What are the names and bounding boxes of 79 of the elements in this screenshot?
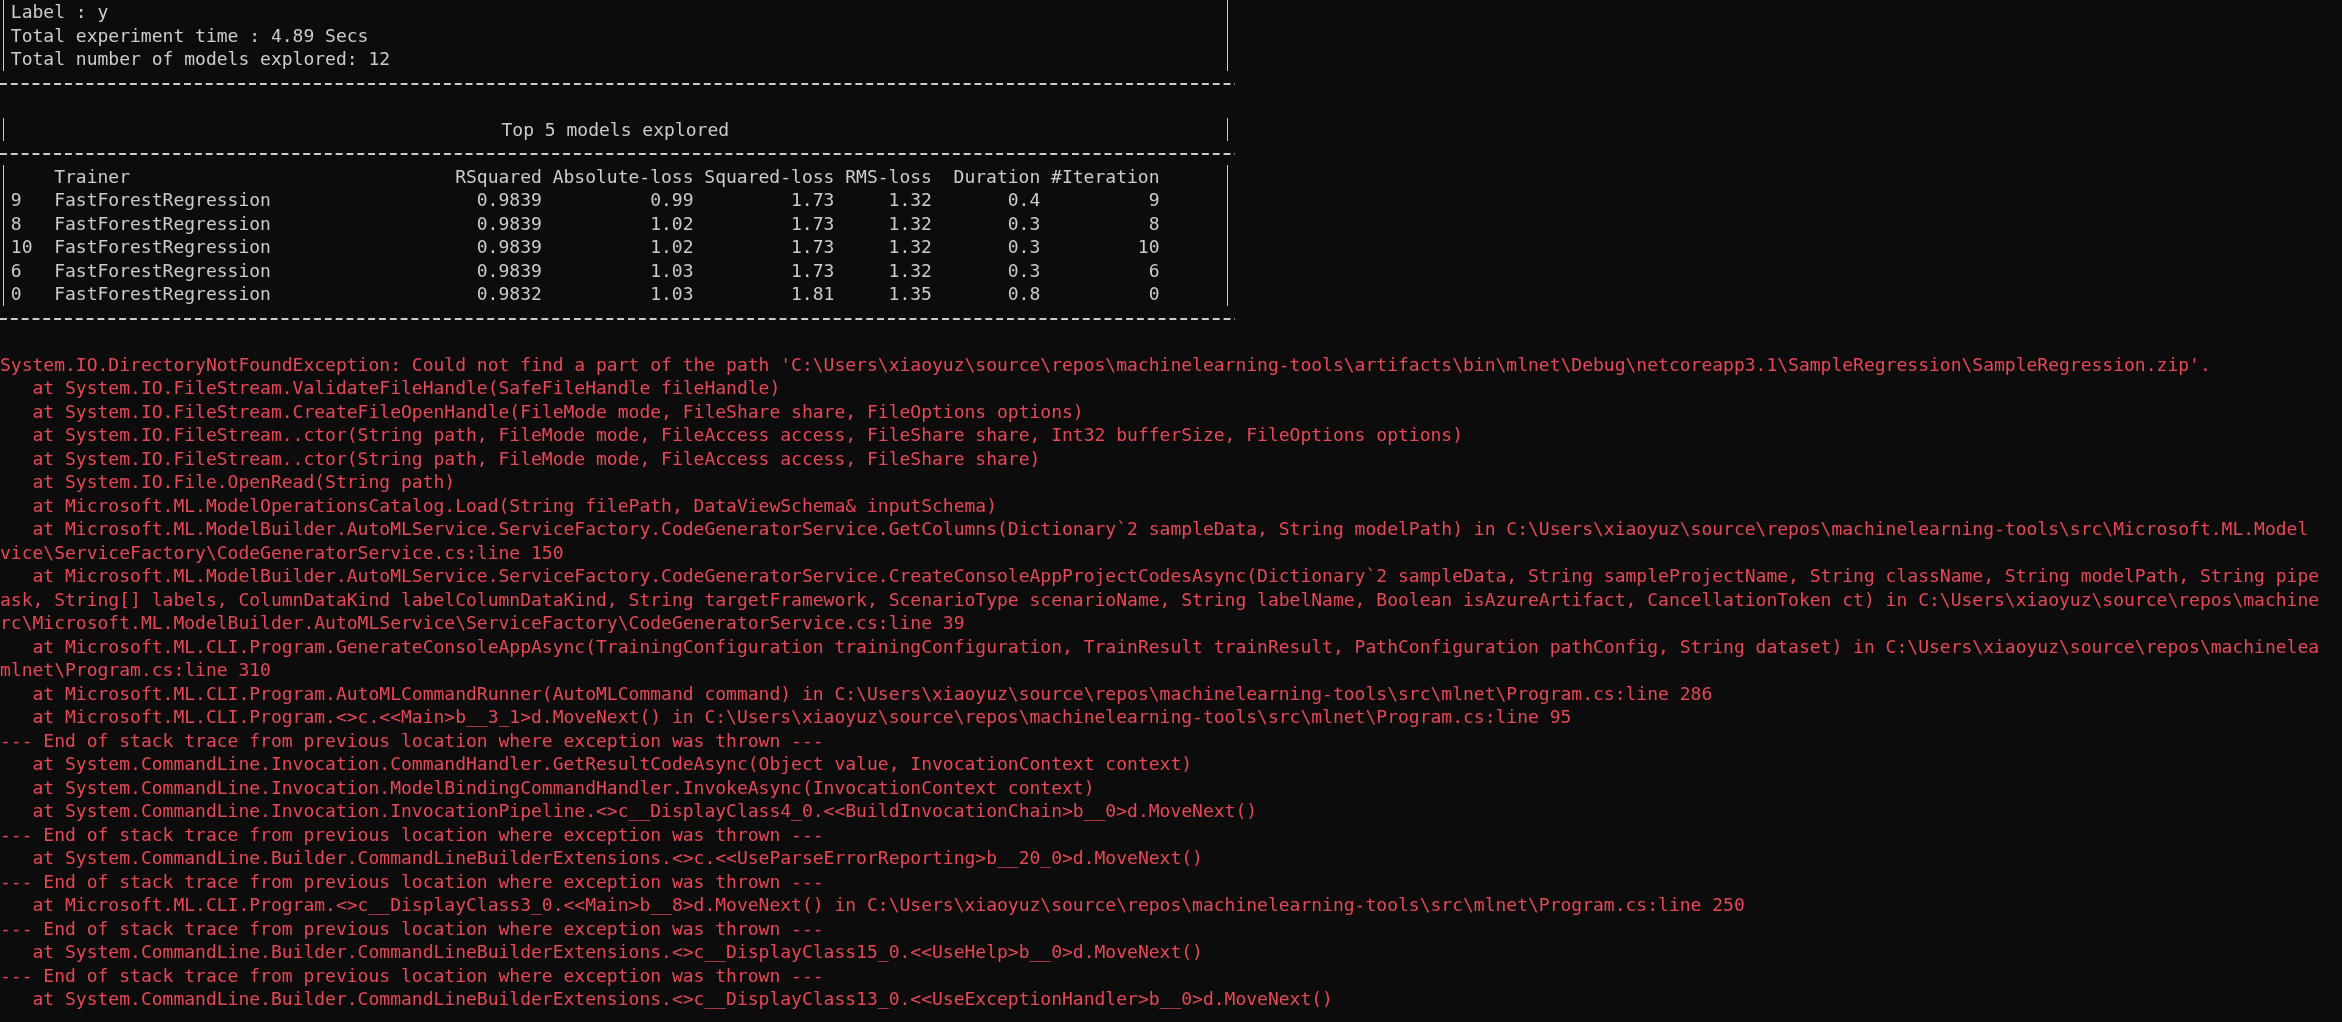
error-text-line: vice\ServiceFactory\CodeGeneratorService.cs:line 150 bbox=[0, 540, 565, 564]
column-header: RMS-loss bbox=[844, 164, 932, 188]
table-cell-text: 0.3 bbox=[1006, 211, 1041, 235]
table-cell-text: 1.73 bbox=[790, 258, 835, 282]
table-cell-text: 0.8 bbox=[1006, 282, 1041, 306]
error-text-line: at System.CommandLine.Invocation.CommandHandler.GetResultCodeAsync(Object value, InvocationContext context) bbox=[31, 752, 1194, 776]
table-cell-text: FastForestRegression bbox=[54, 188, 272, 212]
error-text-line: at Microsoft.ML.ModelBuilder.AutoMLService.ServiceFactory.CodeGeneratorService.CreateConsoleAppProjectCodesAsync(Dictionary`2 sampleData, String sampleProjectName, String className, String modelPath, String pipe bbox=[31, 564, 2321, 588]
table-cell-text: 9 bbox=[1147, 188, 1160, 212]
row-index: 0 bbox=[10, 282, 23, 306]
error-text-line: --- End of stack trace from previous location where exception was thrown --- bbox=[0, 869, 825, 893]
column-header: RSquared bbox=[455, 164, 542, 188]
table-cell-text: 0.3 bbox=[1006, 258, 1041, 282]
error-text-line: at System.CommandLine.Builder.CommandLineBuilderExtensions.<>c.<<UseParseErrorReporting>b__20_0>d.MoveNext() bbox=[31, 846, 1204, 870]
table-cell-text: 1.73 bbox=[790, 211, 835, 235]
error-text-line: at System.CommandLine.Invocation.InvocationPipeline.<>c__DisplayClass4_0.<<BuildInvocationChain>b__0>d.MoveNext() bbox=[31, 799, 1259, 823]
column-header: Duration bbox=[952, 164, 1041, 188]
table-cell-text: 1.03 bbox=[649, 258, 694, 282]
error-text-line: System.IO.DirectoryNotFoundException: Could not find a part of the path 'C:\Users\xiaoyuz\source\repos\machinelearning-tools\artifacts\bin\mlnet\Debug\netcoreapp3.1\SampleRegression\SampleRegression.zip'. bbox=[0, 352, 2212, 376]
table-cell-text: 1.02 bbox=[649, 211, 694, 235]
table-cell-text: 1.03 bbox=[649, 282, 694, 306]
error-text-line: at Microsoft.ML.CLI.Program.GenerateConsoleAppAsync(TrainingConfiguration trainingConfiguration, TrainResult trainResult, PathConfiguration pathConfig, String dataset) in C:\Users\xiaoyuz\source\repos\machinelea bbox=[31, 634, 2321, 658]
table-cell-text: 1.02 bbox=[649, 235, 694, 259]
error-text-line: at System.IO.File.OpenRead(String path) bbox=[31, 470, 457, 494]
error-text-line: at System.IO.FileStream.CreateFileOpenHandle(FileMode mode, FileShare share, FileOptions options) bbox=[31, 399, 1085, 423]
summary-line: Total number of models explored: 12 bbox=[10, 47, 391, 71]
column-header: Trainer bbox=[54, 164, 132, 188]
error-text-line: ask, String[] labels, ColumnDataKind labelColumnDataKind, String targetFramework, ScenarioType scenarioName, String labelName, Boolean isAzureArtifact, CancellationToken ct) in C:\Users\xiaoyuz\source\repos\machine bbox=[0, 587, 2321, 611]
error-text-line: at Microsoft.ML.CLI.Program.AutoMLCommandRunner(AutoMLCommand command) in C:\Users\xiaoyuz\source\repos\machinelearning-tools\src\mlnet\Program.cs:line 286 bbox=[31, 681, 1714, 705]
table-cell-text: FastForestRegression bbox=[54, 282, 272, 306]
table-cell-text: 1.32 bbox=[887, 258, 932, 282]
table-cell-text: 6 bbox=[1147, 258, 1160, 282]
error-text-line: at Microsoft.ML.ModelBuilder.AutoMLService.ServiceFactory.CodeGeneratorService.GetColumns(Dictionary`2 sampleData, String modelPath) in C:\Users\xiaoyuz\source\repos\machinelearning-tools\src\Microsoft.ML.Model bbox=[31, 517, 2310, 541]
table-cell-text: 0.99 bbox=[649, 188, 694, 212]
table-cell-text: 0 bbox=[1147, 282, 1160, 306]
table-cell-text: 0.9839 bbox=[475, 235, 542, 259]
row-index: 6 bbox=[10, 258, 23, 282]
error-text-line: at System.IO.FileStream..ctor(String path, FileMode mode, FileAccess access, FileShare share, Int32 bufferSize, FileOptions options) bbox=[31, 423, 1464, 447]
table-cell-text: 8 bbox=[1147, 211, 1160, 235]
table-cell-text: 1.35 bbox=[887, 282, 932, 306]
error-text-line: rc\Microsoft.ML.ModelBuilder.AutoMLService\ServiceFactory\CodeGeneratorService.cs:line 39 bbox=[0, 611, 966, 635]
table-title: Top 5 models explored bbox=[501, 117, 730, 141]
summary-line: Total experiment time : 4.89 Secs bbox=[10, 23, 369, 47]
error-text-line: at System.IO.FileStream.ValidateFileHandle(SafeFileHandle fileHandle) bbox=[31, 376, 782, 400]
table-cell-text: 1.73 bbox=[790, 235, 835, 259]
table-cell-text: 0.9832 bbox=[475, 282, 542, 306]
table-cell-text: 0.3 bbox=[1006, 235, 1041, 259]
table-cell-text: 1.32 bbox=[887, 188, 932, 212]
error-text-line: --- End of stack trace from previous location where exception was thrown --- bbox=[0, 916, 825, 940]
summary-line: Label : y bbox=[10, 0, 109, 24]
error-text-line: at Microsoft.ML.CLI.Program.<>c.<<Main>b__3_1>d.MoveNext() in C:\Users\xiaoyuz\source\repos\machinelearning-tools\src\mlnet\Program.cs:line 95 bbox=[31, 705, 1573, 729]
row-index: 10 bbox=[10, 235, 34, 259]
error-text-line: at System.CommandLine.Builder.CommandLineBuilderExtensions.<>c__DisplayClass15_0.<<UseHelp>b__0>d.MoveNext() bbox=[31, 940, 1204, 964]
table-cell-text: 10 bbox=[1136, 235, 1160, 259]
table-cell-text: FastForestRegression bbox=[54, 211, 272, 235]
table-cell-text: 0.9839 bbox=[475, 188, 542, 212]
error-text-line: at System.CommandLine.Invocation.ModelBindingCommandHandler.InvokeAsync(InvocationContext context) bbox=[31, 775, 1096, 799]
table-cell-text: 0.9839 bbox=[475, 211, 542, 235]
column-header: Absolute-loss bbox=[551, 164, 694, 188]
error-text-line: --- End of stack trace from previous location where exception was thrown --- bbox=[0, 728, 825, 752]
error-text-line: --- End of stack trace from previous location where exception was thrown --- bbox=[0, 822, 825, 846]
column-header: #Iteration bbox=[1050, 164, 1160, 188]
error-text-line: at Microsoft.ML.CLI.Program.<>c__DisplayClass3_0.<<Main>b__8>d.MoveNext() in C:\Users\xiaoyuz\source\repos\machinelearning-tools\src\mlnet\Program.cs:line 250 bbox=[31, 893, 1746, 917]
row-index: 8 bbox=[10, 211, 23, 235]
table-cell-text: FastForestRegression bbox=[54, 235, 272, 259]
table-cell-text: 1.32 bbox=[887, 235, 932, 259]
row-index: 9 bbox=[10, 188, 23, 212]
error-text-line: mlnet\Program.cs:line 310 bbox=[0, 658, 272, 682]
table-cell-text: 1.32 bbox=[887, 211, 932, 235]
error-text-line: at System.IO.FileStream..ctor(String path, FileMode mode, FileAccess access, FileShare share) bbox=[31, 446, 1042, 470]
table-cell-text: 0.4 bbox=[1006, 188, 1041, 212]
table-cell-text: 0.9839 bbox=[475, 258, 542, 282]
table-cell-text: 1.81 bbox=[790, 282, 835, 306]
column-header: Squared-loss bbox=[703, 164, 835, 188]
error-text-line: at System.CommandLine.Builder.CommandLineBuilderExtensions.<>c__DisplayClass13_0.<<UseExceptionHandler>b__0>d.MoveNext() bbox=[31, 987, 1334, 1011]
error-text-line: --- End of stack trace from previous location where exception was thrown --- bbox=[0, 963, 825, 987]
table-cell-text: FastForestRegression bbox=[54, 258, 272, 282]
table-cell-text: 1.73 bbox=[790, 188, 835, 212]
error-text-line: at Microsoft.ML.ModelOperationsCatalog.Load(String filePath, DataViewSchema& inputSchema) bbox=[31, 493, 998, 517]
